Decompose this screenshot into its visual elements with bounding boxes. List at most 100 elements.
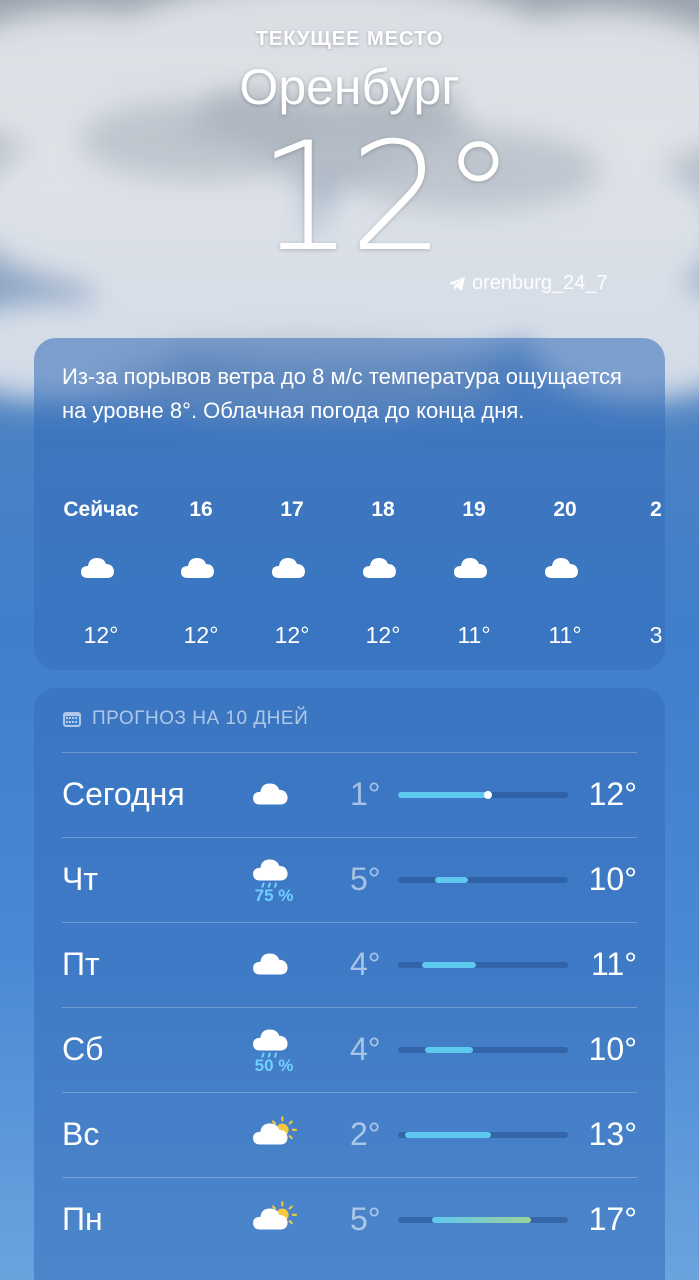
hour-label: 20 [553, 498, 577, 521]
watermark-text: orenburg_24_7 [472, 272, 608, 294]
high-temp: 13° [588, 1116, 637, 1152]
day-label: Вс [62, 1116, 100, 1152]
low-temp: 5° [350, 861, 381, 897]
hour-icon-slot [56, 528, 146, 608]
temp-range-fill [404, 1132, 492, 1138]
temp-range-fill [425, 1047, 473, 1053]
hour-icon-slot [247, 528, 337, 608]
row-divider [62, 1177, 637, 1178]
hourly-item: 23 [611, 498, 665, 649]
precip-probability: 75 % [254, 886, 294, 905]
low-temp: 5° [350, 1201, 381, 1237]
weather-summary: Из-за порывов ветра до 8 м/с температура… [62, 364, 622, 423]
temp-range-track [398, 962, 568, 968]
daily-row[interactable]: Чт 75 % 5° 10° [34, 837, 665, 923]
hour-label: 19 [462, 498, 486, 521]
cloud-icon [363, 558, 396, 578]
low-temp: 2° [350, 1116, 381, 1152]
hour-label: 18 [371, 498, 395, 521]
temp-range-fill [398, 792, 489, 798]
low-temp: 4° [350, 1031, 381, 1067]
row-divider [62, 1007, 637, 1008]
hour-label: 2 [650, 498, 662, 521]
day-icon-slot [244, 764, 304, 824]
hour-label: 16 [189, 498, 213, 521]
hour-icon-slot [429, 528, 519, 608]
hour-temp: 3 [649, 622, 663, 648]
temp-range-fill [435, 877, 468, 883]
precip-probability: 50 % [254, 1056, 294, 1075]
high-temp: 10° [588, 1031, 637, 1067]
hourly-item: 19 11° [429, 498, 519, 649]
hour-label: 17 [280, 498, 304, 521]
cloud-rain-icon [253, 859, 288, 888]
temp-range-fill [432, 1217, 531, 1223]
day-label: Пт [62, 946, 100, 982]
hourly-item: 20 11° [520, 498, 610, 649]
high-temp: 17° [588, 1201, 637, 1237]
daily-row[interactable]: Сб 50 % 4° 10° [34, 1007, 665, 1093]
location-label: ТЕКУЩЕЕ МЕСТО [255, 28, 444, 50]
high-temp: 10° [588, 861, 637, 897]
high-temp: 12° [588, 776, 637, 812]
hour-icon-slot [611, 528, 665, 608]
row-divider [62, 752, 637, 753]
cloud-icon [253, 783, 288, 805]
daily-forecast-card[interactable]: ПРОГНОЗ НА 10 ДНЕЙ Сегодня 1° 12° Чт 75 % 5° 1… [34, 688, 665, 1280]
daily-row[interactable]: Сегодня 1° 12° [34, 752, 665, 838]
temp-range-track [398, 1047, 568, 1053]
hour-temp: 11° [548, 622, 582, 648]
hourly-item: 18 12° [338, 498, 428, 649]
daily-forecast-title: ПРОГНОЗ НА 10 ДНЕЙ [62, 708, 308, 730]
cloud-icon [81, 558, 114, 578]
hour-label: Сейчас [63, 498, 139, 521]
current-temp-marker [484, 791, 493, 799]
day-icon-slot: 50 % [244, 1019, 304, 1079]
row-divider [62, 837, 637, 838]
hour-icon-slot [338, 528, 428, 608]
daily-row[interactable]: Вс 2° 13° [34, 1092, 665, 1178]
day-icon-slot [244, 934, 304, 994]
cloud-icon [272, 558, 305, 578]
day-icon-slot [244, 1104, 304, 1164]
hour-icon-slot [520, 528, 610, 608]
high-temp: 11° [590, 946, 637, 982]
daily-title-text: ПРОГНОЗ НА 10 ДНЕЙ [92, 708, 309, 729]
hour-temp: 12° [274, 622, 310, 648]
cloud-sun-icon [253, 1201, 297, 1230]
row-divider [62, 1092, 637, 1093]
hour-icon-slot [156, 528, 246, 608]
watermark: orenburg_24_7 [448, 272, 608, 295]
hour-temp: 11° [457, 622, 491, 648]
cloud-rain-icon [253, 1029, 288, 1058]
temp-range-track [398, 791, 568, 799]
temp-range-track [398, 1132, 568, 1138]
cloud-icon [253, 953, 288, 975]
temp-range-track [398, 877, 568, 883]
daily-row[interactable]: Пт 4° 11° [34, 922, 665, 1008]
low-temp: 4° [350, 946, 381, 982]
hourly-list[interactable]: Сейчас 12° 16 12° 17 12° 18 12° 19 11° 20 11° 2 3 [34, 498, 665, 668]
low-temp: 1° [350, 776, 381, 812]
hourly-item: Сейчас 12° [56, 498, 146, 649]
hour-temp: 12° [183, 622, 219, 648]
hourly-forecast-card[interactable]: Из-за порывов ветра до 8 м/с температура… [34, 338, 665, 670]
row-divider [62, 922, 637, 923]
day-icon-slot: 75 % [244, 849, 304, 909]
cloud-icon [181, 558, 214, 578]
temp-range-track [398, 1217, 568, 1223]
day-icon-slot [244, 1189, 304, 1249]
daily-row[interactable]: Пн 5° 17° [34, 1177, 665, 1263]
hour-temp: 12° [365, 622, 401, 648]
temp-range-fill [421, 962, 477, 968]
hourly-item: 17 12° [247, 498, 337, 649]
current-temperature: 12° [258, 111, 516, 285]
day-label: Сб [62, 1031, 104, 1067]
cloud-icon [454, 558, 487, 578]
city-name: Оренбург [239, 59, 460, 115]
cloud-sun-icon [253, 1116, 297, 1145]
cloud-icon [545, 558, 578, 578]
calendar-icon [63, 712, 81, 727]
day-label: Сегодня [62, 776, 185, 812]
hour-temp: 12° [83, 622, 119, 648]
